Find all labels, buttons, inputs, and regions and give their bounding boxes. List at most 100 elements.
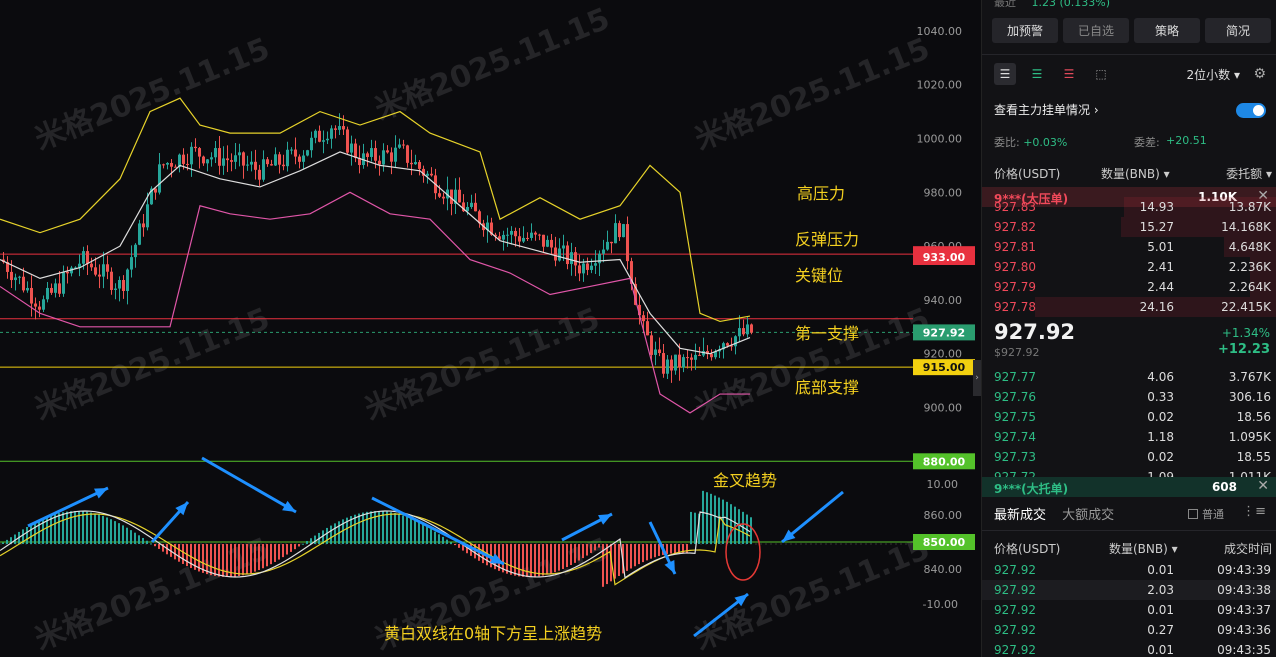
close-icon[interactable]: ✕	[1257, 478, 1269, 494]
candle-body	[126, 269, 129, 292]
macd-bar	[590, 544, 592, 553]
ask-row[interactable]: 927.83 14.93 13.87K	[982, 197, 1276, 217]
ask-row[interactable]: 927.82 15.27 14.168K	[982, 217, 1276, 237]
candle-body	[138, 223, 141, 245]
trade-row: 927.92 2.03 09:43:38	[982, 580, 1276, 600]
candle-body	[62, 271, 65, 294]
macd-bar	[214, 544, 216, 576]
macd-bar	[554, 544, 556, 573]
watermark-text: 米格2025.11.15	[30, 301, 275, 427]
expand-view-icon[interactable]: ⬚	[1090, 63, 1112, 85]
y-axis-tick-label: 1040.00	[917, 25, 963, 38]
candle-body	[250, 161, 253, 165]
ask-row[interactable]: 927.79 2.44 2.264K	[982, 277, 1276, 297]
strategy-button[interactable]: 策略	[1134, 18, 1200, 43]
macd-bar	[402, 515, 404, 544]
order-price: 927.78	[994, 300, 1036, 314]
candle-body	[430, 173, 433, 176]
bid-row[interactable]: 927.76 0.33 306.16	[982, 387, 1276, 407]
candle-body	[738, 328, 741, 337]
candle-body	[30, 287, 33, 304]
candle-body	[502, 234, 505, 240]
macd-bar	[146, 540, 148, 544]
y-axis-tick-label: 860.00	[924, 509, 963, 522]
chart-canvas[interactable]: 米格2025.11.15 米格2025.11.15 米格2025.11.15 米格20…	[0, 0, 978, 657]
y-axis-tick-label: 1020.00	[917, 79, 963, 92]
macd-bar	[122, 525, 124, 544]
order-price: 927.73	[994, 450, 1036, 464]
ask-row[interactable]: 927.81 5.01 4.648K	[982, 237, 1276, 257]
macd-bar	[258, 544, 260, 571]
candle-body	[442, 196, 445, 199]
order-qty: 24.16	[1139, 300, 1174, 314]
candlestick-chart[interactable]: 米格2025.11.15 米格2025.11.15 米格2025.11.15 米格20…	[0, 0, 978, 657]
bid-row[interactable]: 927.75 0.02 18.56	[982, 407, 1276, 427]
macd-bar	[2, 542, 4, 544]
level-label: 第一支撑	[795, 324, 859, 343]
top-info-value: 1.23 (0.133%)	[1031, 0, 1111, 9]
macd-bar	[542, 544, 544, 576]
candle-body	[290, 149, 293, 151]
decimals-select[interactable]: 2位小数 ▾	[1187, 66, 1240, 83]
collapse-panel-handle[interactable]: ›	[973, 360, 981, 396]
bid-row[interactable]: 927.74 1.18 1.095K	[982, 427, 1276, 447]
change-absolute: +12.23	[1217, 342, 1270, 357]
candle-body	[474, 202, 477, 212]
macd-bar	[598, 544, 600, 548]
candle-body	[186, 163, 189, 165]
order-price: 927.79	[994, 280, 1036, 294]
settings-icon[interactable]: ⚙	[1253, 66, 1266, 82]
big-bid-order-pill[interactable]: 9***(大托单) 608 ✕	[982, 477, 1276, 497]
macd-bar	[370, 511, 372, 544]
trade-price: 927.92	[994, 643, 1036, 657]
candle-body	[182, 154, 185, 164]
macd-bar	[30, 524, 32, 544]
candle-body	[382, 150, 385, 165]
tab-large-trades[interactable]: 大额成交	[1062, 508, 1114, 523]
overview-button[interactable]: 简况	[1205, 18, 1271, 43]
trade-time: 09:43:37	[1217, 603, 1271, 617]
candle-body	[98, 274, 101, 277]
order-total: 22.415K	[1221, 300, 1271, 314]
candle-body	[526, 237, 529, 239]
bids-only-view-icon[interactable]: ☰	[1026, 63, 1048, 85]
bid-row[interactable]: 927.77 4.06 3.767K	[982, 367, 1276, 387]
macd-bar	[418, 522, 420, 544]
ask-row[interactable]: 927.78 24.16 22.415K	[982, 297, 1276, 317]
candle-body	[378, 160, 381, 165]
add-alert-button[interactable]: 加预警	[992, 18, 1058, 43]
asks-only-view-icon[interactable]: ☰	[1058, 63, 1080, 85]
total-col-header[interactable]: 委托额 ▾	[1226, 165, 1272, 182]
trade-qty-header[interactable]: 数量(BNB) ▾	[1109, 540, 1178, 557]
macd-histogram	[2, 490, 752, 587]
macd-bar	[102, 515, 104, 544]
candle-body	[170, 162, 173, 167]
both-sides-view-icon[interactable]: ☰	[994, 63, 1016, 85]
favorited-button[interactable]: 已自选	[1063, 18, 1129, 43]
trade-price: 927.92	[994, 563, 1036, 577]
action-buttons: 加预警 已自选 策略 简况	[992, 18, 1271, 43]
macd-bar	[62, 512, 64, 544]
macd-bar	[426, 526, 428, 544]
macd-bar	[430, 529, 432, 544]
main-orders-label[interactable]: 查看主力挂单情况	[994, 103, 1090, 117]
bid-row[interactable]: 927.73 0.02 18.55	[982, 447, 1276, 467]
candle-body	[302, 155, 305, 162]
candle-body	[218, 148, 221, 166]
macd-bar	[386, 511, 388, 544]
candle-body	[266, 159, 269, 165]
normal-checkbox[interactable]: 普通	[1188, 506, 1224, 522]
watermark-text: 米格2025.11.15	[690, 31, 935, 157]
tab-latest-trades[interactable]: 最新成交	[994, 508, 1046, 523]
y-axis-tick-label: 1000.00	[917, 133, 963, 146]
candle-body	[278, 154, 281, 165]
macd-bar	[634, 544, 636, 567]
macd-bar	[238, 544, 240, 577]
filter-icon[interactable]: ⋮≡	[1242, 504, 1266, 519]
candle-body	[558, 248, 561, 261]
ask-row[interactable]: 927.80 2.41 2.236K	[982, 257, 1276, 277]
macd-axis-tick-label: -10.00	[923, 598, 958, 611]
order-qty: 0.02	[1147, 410, 1174, 424]
qty-col-header[interactable]: 数量(BNB) ▾	[1101, 165, 1170, 182]
main-orders-toggle[interactable]	[1236, 103, 1266, 118]
